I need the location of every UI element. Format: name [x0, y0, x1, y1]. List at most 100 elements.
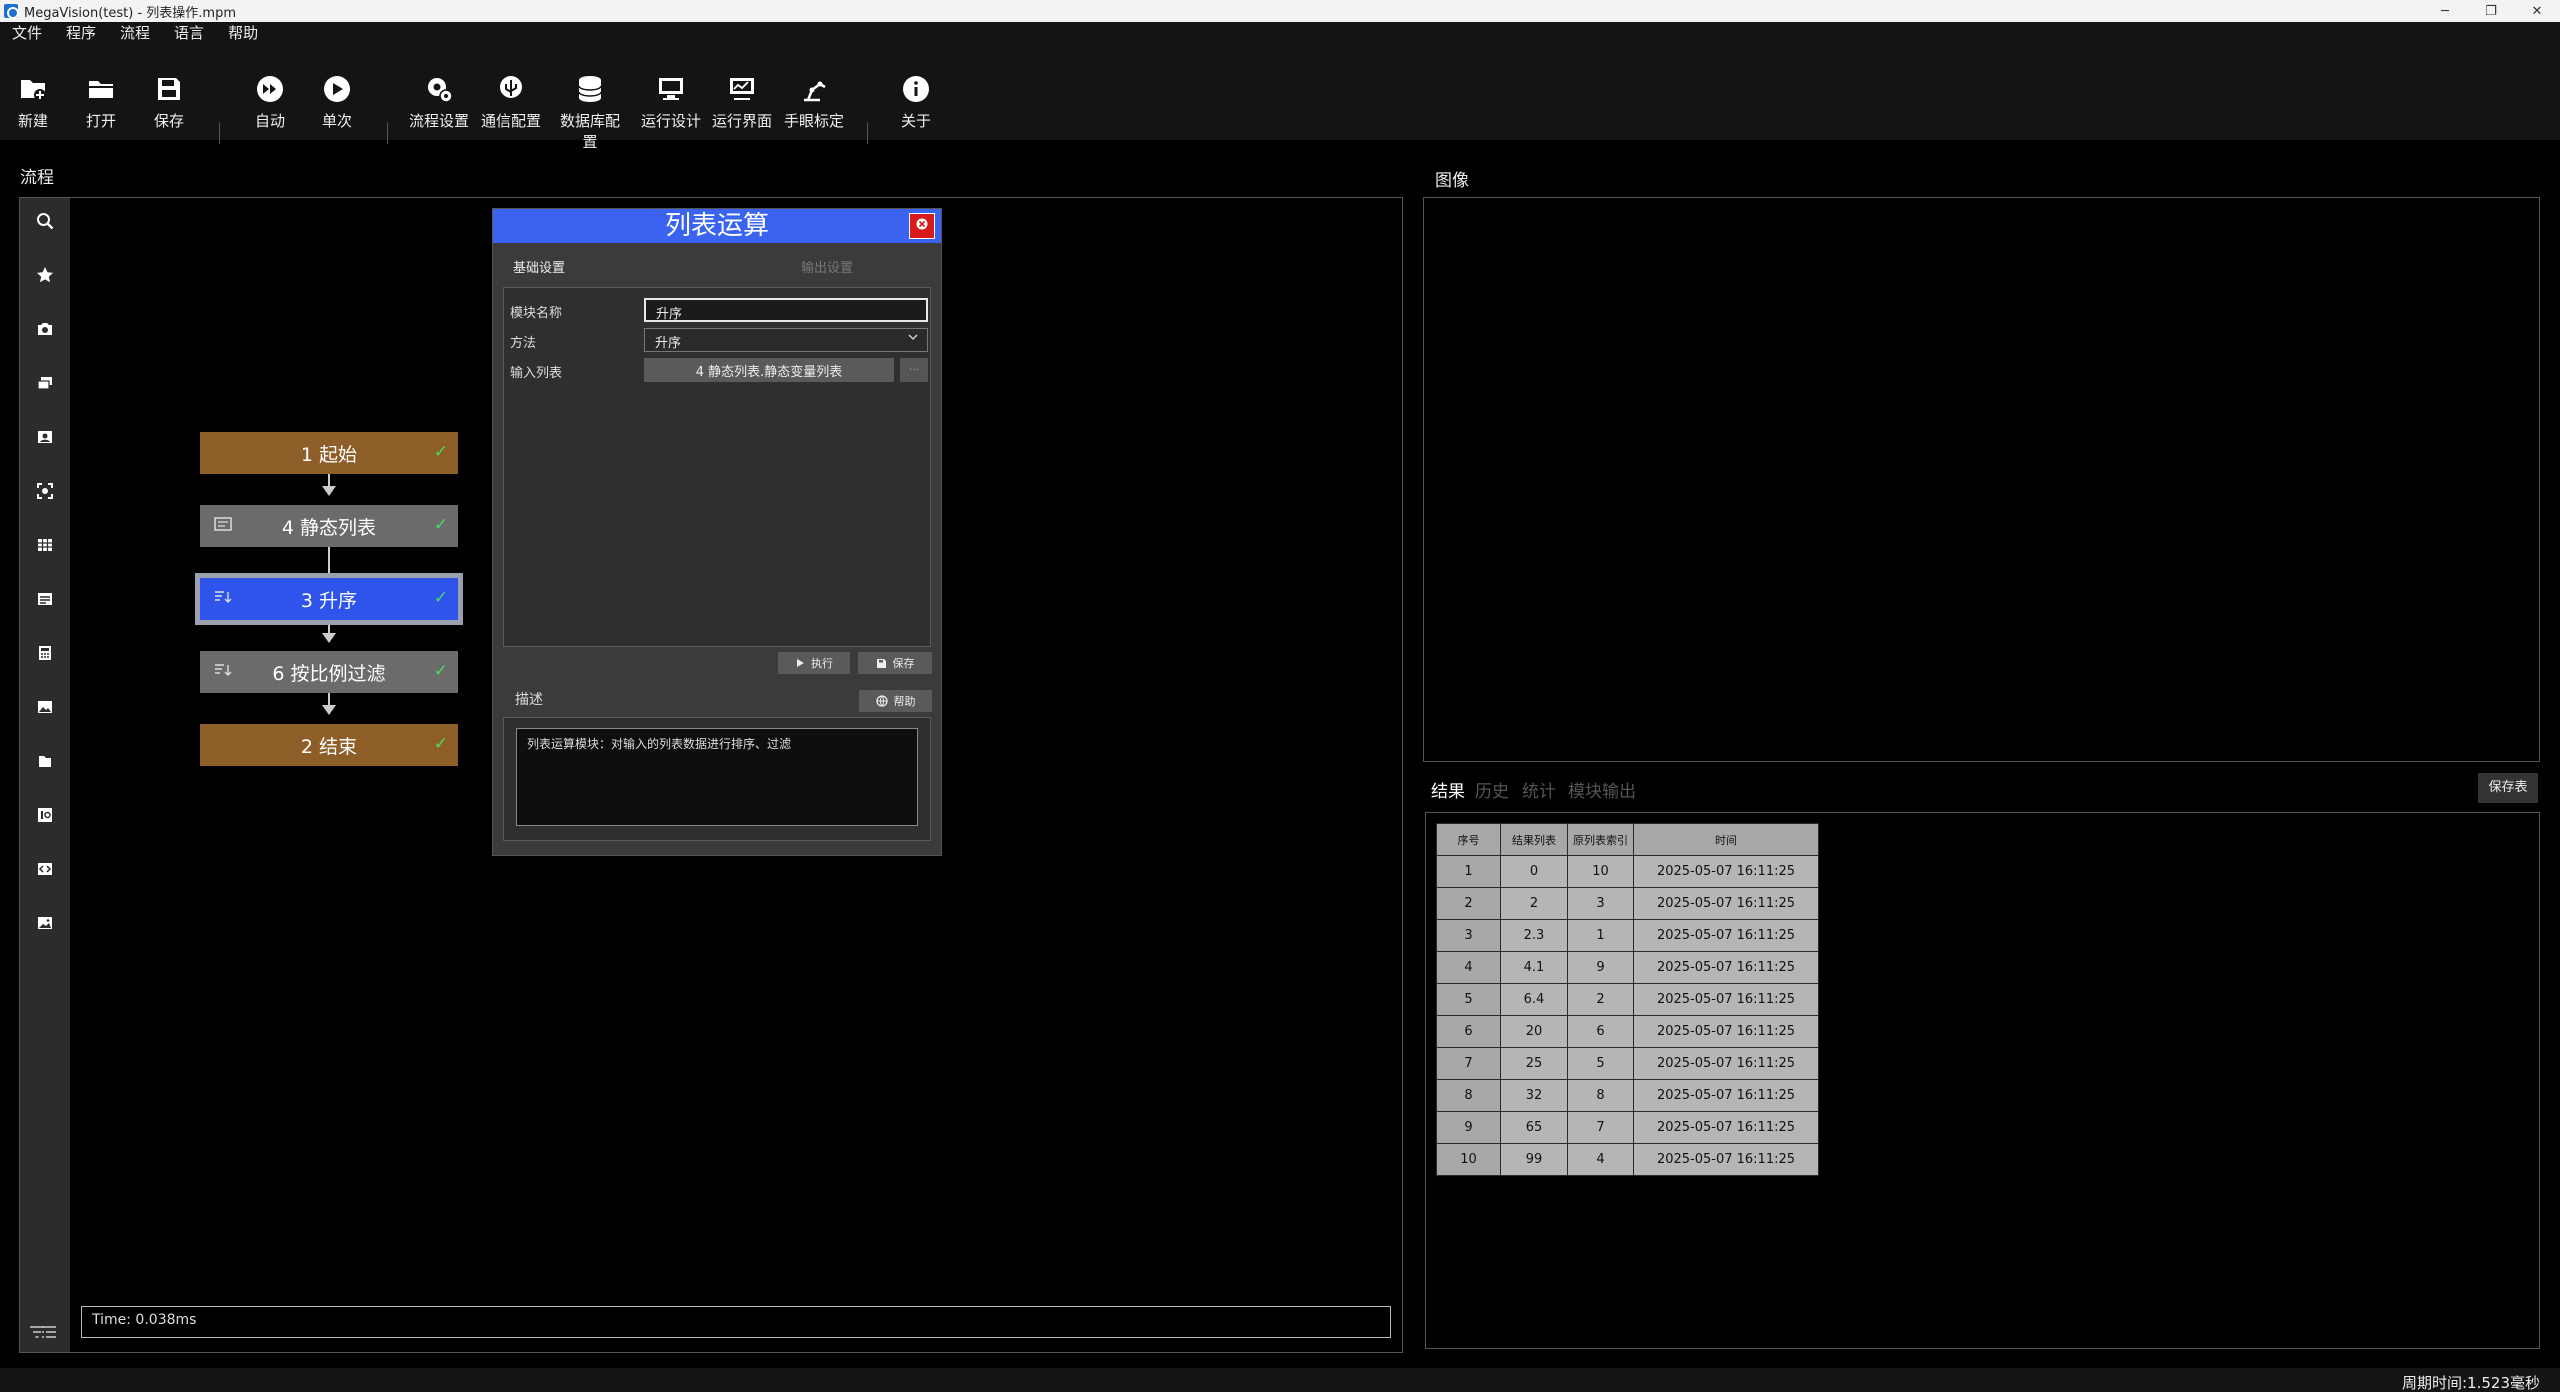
check-icon: ✓ [433, 442, 448, 462]
flow-node-ratio-filter[interactable]: 6 按比例过滤 ✓ [200, 651, 458, 693]
save-label: 保存 [153, 112, 184, 130]
table-row[interactable]: 7 25 5 2025-05-07 16:11:25 [1436, 1047, 1819, 1080]
column-header-result-list[interactable]: 结果列表 [1500, 823, 1568, 856]
menu-language[interactable]: 语言 [162, 22, 216, 44]
code-icon[interactable] [20, 854, 70, 884]
tab-basic-settings[interactable]: 基础设置 [513, 257, 565, 276]
flow-settings-button[interactable]: 流程设置 [402, 74, 476, 140]
maximize-button[interactable]: ❐ [2468, 0, 2514, 22]
save-button[interactable]: 保存 [132, 74, 206, 140]
menu-help[interactable]: 帮助 [216, 22, 270, 44]
column-header-source-index[interactable]: 原列表索引 [1567, 823, 1634, 856]
io-icon[interactable] [20, 800, 70, 830]
table-row[interactable]: 9 65 7 2025-05-07 16:11:25 [1436, 1111, 1819, 1144]
open-button[interactable]: 打开 [64, 74, 138, 140]
list-box-icon[interactable] [20, 584, 70, 614]
tab-module-output[interactable]: 模块输出 [1568, 777, 1636, 802]
cell-result: 32 [1500, 1079, 1568, 1112]
search-icon[interactable] [20, 206, 70, 236]
dialog-close-button[interactable] [909, 213, 935, 239]
calculator-icon[interactable] [20, 638, 70, 668]
cell-index: 10 [1436, 1143, 1501, 1176]
image-locate-icon[interactable] [20, 422, 70, 452]
cell-source-index: 4 [1567, 1143, 1634, 1176]
table-row[interactable]: 8 32 8 2025-05-07 16:11:25 [1436, 1079, 1819, 1112]
auto-run-button[interactable]: 自动 [233, 74, 307, 140]
flow-node-static-list[interactable]: 4 静态列表 ✓ [200, 505, 458, 547]
cell-time: 2025-05-07 16:11:25 [1633, 1047, 1819, 1080]
star-icon[interactable] [20, 260, 70, 290]
input-list-field[interactable]: 4 静态列表.静态变量列表 [644, 358, 894, 382]
single-run-button[interactable]: 单次 [300, 74, 374, 140]
results-body: 1 0 10 2025-05-07 16:11:25 2 2 3 2025-05-07 16:… [1436, 855, 1819, 1176]
tab-result[interactable]: 结果 [1431, 777, 1465, 802]
help-label: 帮助 [893, 695, 916, 708]
cell-result: 20 [1500, 1015, 1568, 1048]
save-table-button[interactable]: 保存表 [2478, 773, 2538, 803]
minimize-button[interactable]: ─ [2422, 0, 2468, 22]
close-window-button[interactable]: ✕ [2514, 0, 2560, 22]
flow-node-end[interactable]: 2 结束 ✓ [200, 724, 458, 766]
image-viewer[interactable] [1423, 197, 2540, 762]
menu-file[interactable]: 文件 [0, 22, 54, 44]
gallery-icon[interactable] [20, 908, 70, 938]
cell-time: 2025-05-07 16:11:25 [1633, 887, 1819, 920]
list-view-icon[interactable] [36, 1317, 62, 1347]
hand-eye-calibration-button[interactable]: 手眼标定 [777, 74, 851, 140]
layers-icon[interactable] [20, 368, 70, 398]
run-button[interactable]: 执行 [778, 652, 850, 674]
folder-open-icon [86, 74, 116, 104]
table-row[interactable]: 3 2.3 1 2025-05-07 16:11:25 [1436, 919, 1819, 952]
flow-node-start[interactable]: 1 起始 ✓ [200, 432, 458, 474]
camera-icon[interactable] [20, 314, 70, 344]
close-icon [916, 218, 928, 230]
description-text[interactable]: 列表运算模块：对输入的列表数据进行排序、过滤 [516, 728, 918, 826]
description-panel: 列表运算模块：对输入的列表数据进行排序、过滤 [503, 717, 931, 841]
menu-program[interactable]: 程序 [54, 22, 108, 44]
method-label: 方法 [510, 336, 537, 351]
column-header-index[interactable]: 序号 [1436, 823, 1501, 856]
title-bar: MegaVision(test) - 列表操作.mpm ─ ❐ ✕ [0, 0, 2560, 22]
robot-arm-icon [799, 74, 829, 104]
play-icon [322, 74, 352, 104]
flow-node-label: 3 升序 [300, 589, 358, 612]
picture-icon[interactable] [20, 692, 70, 722]
dialog-title[interactable]: 列表运算 [493, 209, 941, 243]
column-header-time[interactable]: 时间 [1633, 823, 1819, 856]
cell-source-index: 1 [1567, 919, 1634, 952]
help-button[interactable]: 帮助 [859, 690, 932, 712]
input-list-browse-button[interactable]: ··· [900, 358, 928, 382]
flow-connector [328, 693, 330, 705]
tool-sidebar [20, 198, 70, 1352]
cell-time: 2025-05-07 16:11:25 [1633, 1015, 1819, 1048]
table-row[interactable]: 6 20 6 2025-05-07 16:11:25 [1436, 1015, 1819, 1048]
grid-icon[interactable] [20, 530, 70, 560]
settings-form: 模块名称 升序 方法 升序 输入列表 4 静态列表.静态变量列表 ··· [503, 287, 931, 647]
method-select[interactable]: 升序 [644, 328, 928, 352]
cell-index: 4 [1436, 951, 1501, 984]
tab-output-settings[interactable]: 输出设置 [801, 257, 853, 276]
about-button[interactable]: 关于 [879, 74, 953, 140]
module-name-input[interactable]: 升序 [644, 298, 928, 322]
comm-config-button[interactable]: 通信配置 [474, 74, 548, 140]
run-ui-button[interactable]: 运行界面 [705, 74, 779, 140]
flow-node-ascending[interactable]: 3 升序 ✓ [195, 573, 463, 625]
cell-source-index: 3 [1567, 887, 1634, 920]
toolbar-separator [219, 122, 220, 144]
table-row[interactable]: 10 99 4 2025-05-07 16:11:25 [1436, 1143, 1819, 1176]
menu-flow[interactable]: 流程 [108, 22, 162, 44]
save-module-button[interactable]: 保存 [858, 652, 932, 674]
table-row[interactable]: 4 4.1 9 2025-05-07 16:11:25 [1436, 951, 1819, 984]
table-row[interactable]: 2 2 3 2025-05-07 16:11:25 [1436, 887, 1819, 920]
table-row[interactable]: 1 0 10 2025-05-07 16:11:25 [1436, 855, 1819, 888]
file-icon[interactable] [20, 746, 70, 776]
tab-statistics[interactable]: 统计 [1522, 777, 1556, 802]
cell-source-index: 7 [1567, 1111, 1634, 1144]
new-button[interactable]: 新建 [0, 74, 70, 140]
tab-history[interactable]: 历史 [1475, 777, 1509, 802]
run-design-button[interactable]: 运行设计 [634, 74, 708, 140]
cell-index: 9 [1436, 1111, 1501, 1144]
target-scan-icon[interactable] [20, 476, 70, 506]
db-config-button[interactable]: 数据库配置 [553, 74, 627, 151]
table-row[interactable]: 5 6.4 2 2025-05-07 16:11:25 [1436, 983, 1819, 1016]
